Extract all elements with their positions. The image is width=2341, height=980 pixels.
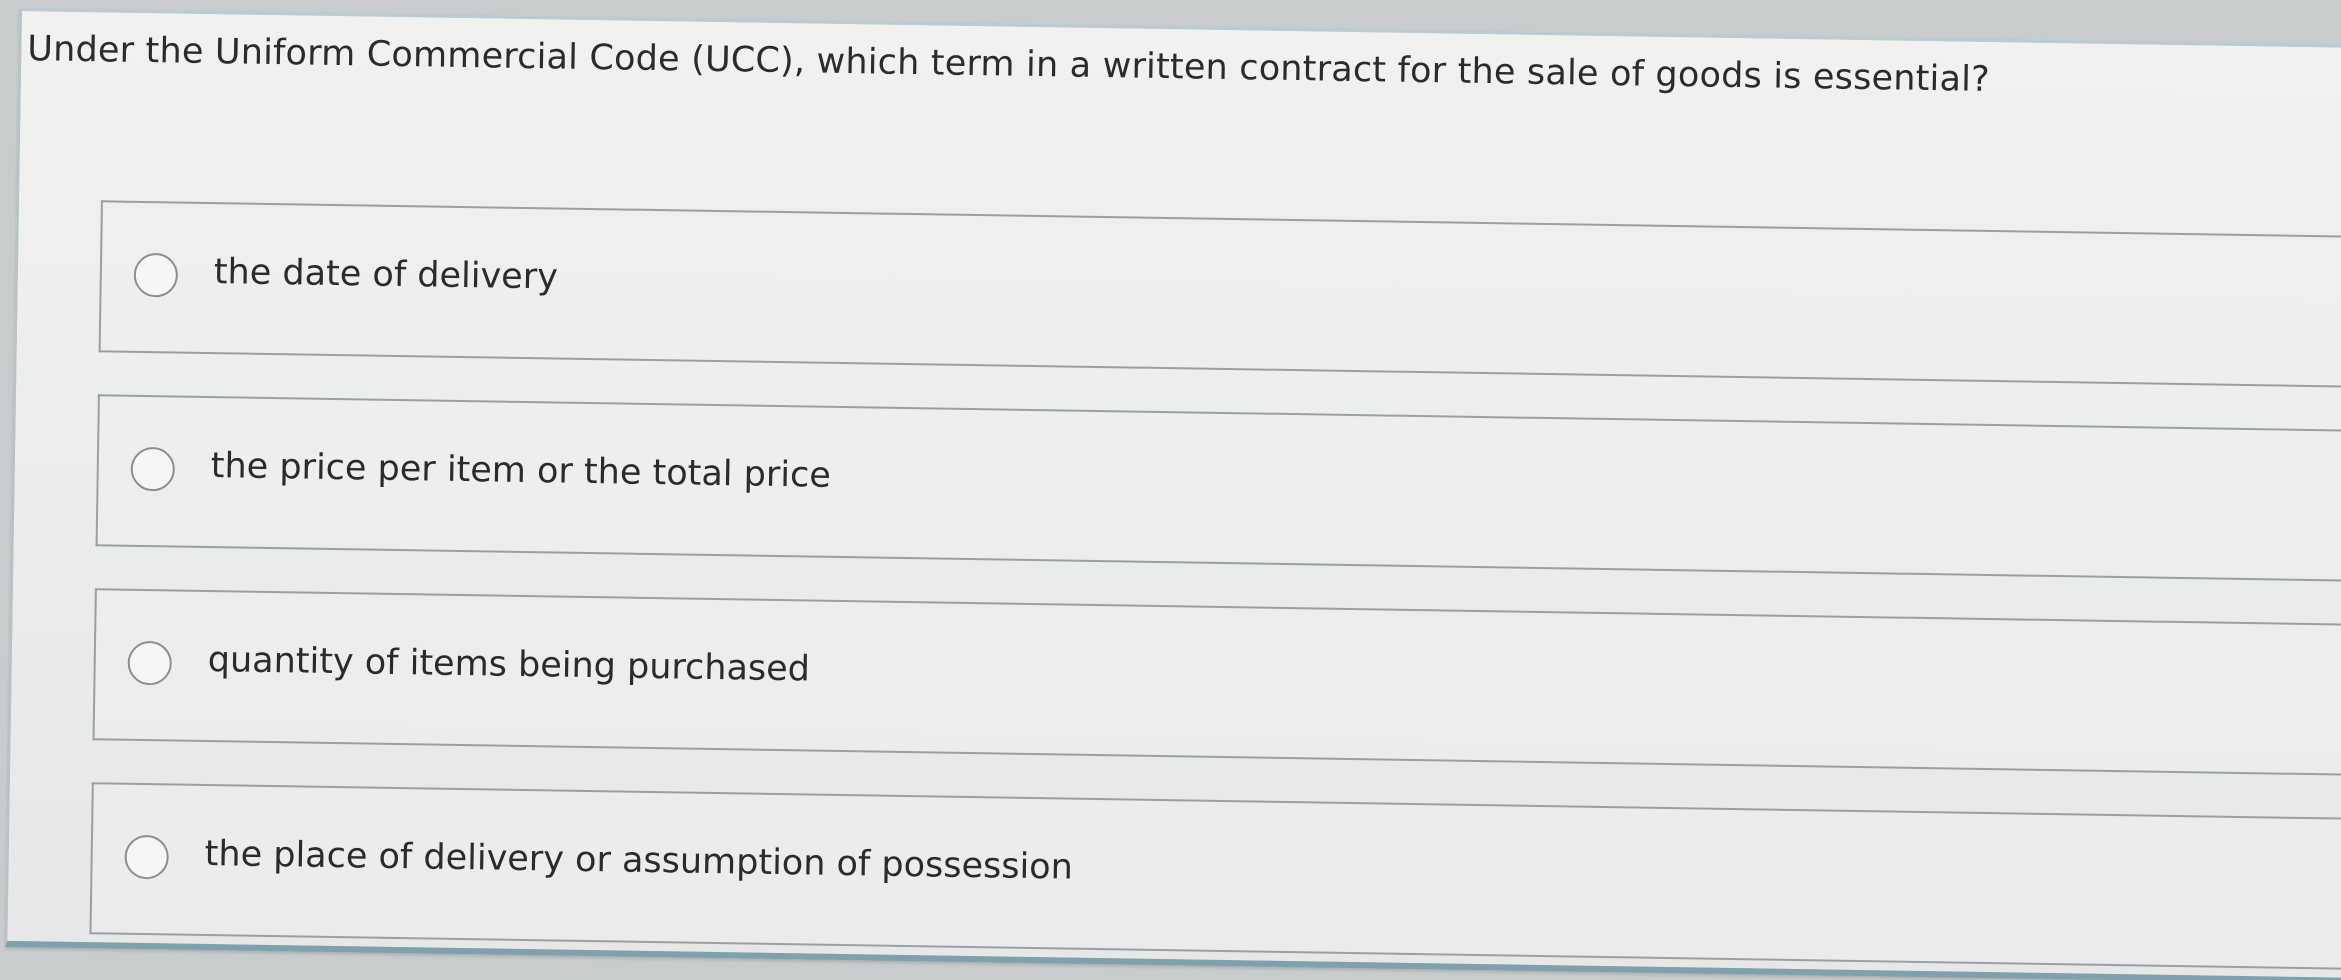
answer-option-label: the place of delivery or assumption of p… <box>204 834 1074 888</box>
answer-option-1[interactable]: the date of delivery <box>98 200 2341 389</box>
answer-option-label: the date of delivery <box>213 252 559 298</box>
question-panel: Under the Uniform Commercial Code (UCC),… <box>5 8 2341 980</box>
screen: Under the Uniform Commercial Code (UCC),… <box>0 0 2341 980</box>
radio-button-icon[interactable] <box>124 834 170 880</box>
answer-option-4[interactable]: the place of delivery or assumption of p… <box>89 782 2341 971</box>
radio-button-icon[interactable] <box>130 446 176 492</box>
answer-option-2[interactable]: the price per item or the total price <box>95 394 2341 583</box>
answer-option-3[interactable]: quantity of items being purchased <box>92 588 2341 777</box>
answer-options: the date of delivery the price per item … <box>89 200 2341 980</box>
answer-option-label: quantity of items being purchased <box>207 640 811 690</box>
radio-button-icon[interactable] <box>133 252 179 298</box>
answer-option-label: the price per item or the total price <box>210 446 832 496</box>
question-text: Under the Uniform Commercial Code (UCC),… <box>27 29 1991 100</box>
radio-button-icon[interactable] <box>127 640 173 686</box>
